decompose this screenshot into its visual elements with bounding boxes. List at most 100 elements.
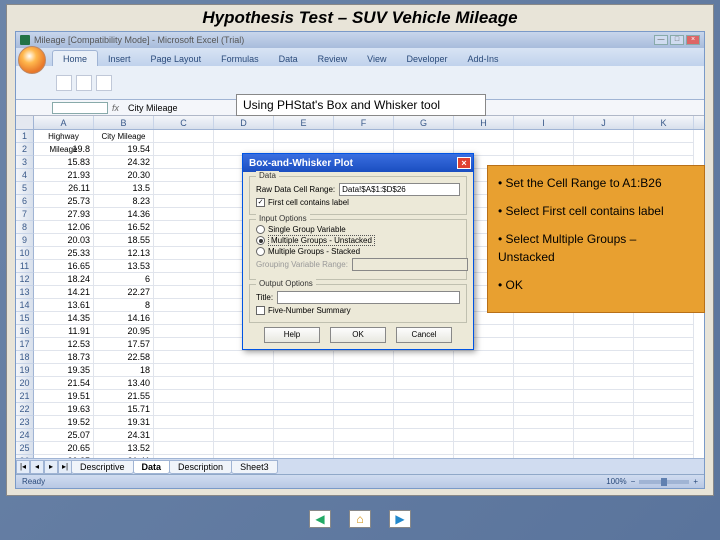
cell[interactable]: 27.93 (34, 208, 94, 221)
cell[interactable]: 20.65 (34, 442, 94, 455)
col-h[interactable]: H (454, 116, 514, 129)
col-k[interactable]: K (634, 116, 694, 129)
zoom-in-icon[interactable]: + (693, 477, 698, 486)
cell-range-input[interactable] (339, 183, 460, 196)
row-head[interactable]: 14 (16, 299, 34, 312)
cell[interactable]: 19.8 (34, 143, 94, 156)
row-head[interactable]: 3 (16, 156, 34, 169)
col-e[interactable]: E (274, 116, 334, 129)
sheet-nav-prev[interactable]: ◂ (30, 460, 44, 474)
help-button[interactable]: Help (264, 327, 320, 343)
cell[interactable]: 25.73 (34, 195, 94, 208)
ok-button[interactable]: OK (330, 327, 386, 343)
row-head[interactable]: 5 (16, 182, 34, 195)
row-head[interactable]: 21 (16, 390, 34, 403)
sheet-descriptive[interactable]: Descriptive (71, 460, 134, 474)
cell[interactable]: 22.58 (94, 351, 154, 364)
cell[interactable]: 13.53 (94, 260, 154, 273)
row-head[interactable]: 1 (16, 130, 34, 143)
paste-icon[interactable] (56, 75, 72, 91)
row-head[interactable]: 25 (16, 442, 34, 455)
row-head[interactable]: 17 (16, 338, 34, 351)
radio-stacked[interactable]: Multiple Groups - Stacked (256, 247, 460, 256)
cell[interactable]: 20.95 (94, 325, 154, 338)
row-head[interactable]: 6 (16, 195, 34, 208)
tab-view[interactable]: View (357, 51, 396, 66)
row-head[interactable]: 23 (16, 416, 34, 429)
cell[interactable]: 14.36 (94, 208, 154, 221)
row-head[interactable]: 19 (16, 364, 34, 377)
cell[interactable]: 26.11 (34, 182, 94, 195)
radio-unstacked[interactable]: Multiple Groups - Unstacked (256, 235, 460, 246)
zoom-slider[interactable] (639, 480, 689, 484)
prev-slide-icon[interactable]: ◀ (309, 510, 331, 528)
sheet-nav-first[interactable]: |◂ (16, 460, 30, 474)
tab-home[interactable]: Home (52, 50, 98, 66)
row-head[interactable]: 24 (16, 429, 34, 442)
row-head[interactable]: 16 (16, 325, 34, 338)
maximize-button[interactable]: □ (670, 35, 684, 45)
cell[interactable]: 11.91 (34, 325, 94, 338)
cell[interactable]: 13.61 (34, 299, 94, 312)
row-head[interactable]: 15 (16, 312, 34, 325)
cell[interactable]: 24.32 (94, 156, 154, 169)
tab-data[interactable]: Data (269, 51, 308, 66)
cancel-button[interactable]: Cancel (396, 327, 452, 343)
select-all-corner[interactable] (16, 116, 34, 129)
checkbox-five-number[interactable]: Five-Number Summary (256, 306, 460, 315)
cell[interactable]: 12.53 (34, 338, 94, 351)
radio-single[interactable]: Single Group Variable (256, 225, 460, 234)
minimize-button[interactable]: — (654, 35, 668, 45)
cell[interactable]: 14.16 (94, 312, 154, 325)
tab-page-layout[interactable]: Page Layout (141, 51, 212, 66)
title-input[interactable] (277, 291, 460, 304)
col-f[interactable]: F (334, 116, 394, 129)
col-a[interactable]: A (34, 116, 94, 129)
sheet-nav-last[interactable]: ▸| (58, 460, 72, 474)
cell[interactable]: 21.54 (34, 377, 94, 390)
next-slide-icon[interactable]: ▶ (389, 510, 411, 528)
tab-review[interactable]: Review (308, 51, 358, 66)
cell[interactable]: 14.21 (34, 286, 94, 299)
cell[interactable]: 18.24 (34, 273, 94, 286)
row-head[interactable]: 2 (16, 143, 34, 156)
row-head[interactable]: 7 (16, 208, 34, 221)
row-head[interactable]: 8 (16, 221, 34, 234)
cell[interactable]: 16.52 (94, 221, 154, 234)
dialog-titlebar[interactable]: Box-and-Whisker Plot × (243, 154, 473, 172)
col-i[interactable]: I (514, 116, 574, 129)
cell[interactable]: 19.54 (94, 143, 154, 156)
cell[interactable]: 20.03 (34, 234, 94, 247)
col-d[interactable]: D (214, 116, 274, 129)
cell[interactable]: 19.52 (34, 416, 94, 429)
col-c[interactable]: C (154, 116, 214, 129)
office-button[interactable] (18, 46, 46, 74)
close-button[interactable]: × (686, 35, 700, 45)
cell[interactable]: 22.27 (94, 286, 154, 299)
row-head[interactable]: 11 (16, 260, 34, 273)
cell[interactable]: 25.33 (34, 247, 94, 260)
cell[interactable]: City Mileage (94, 130, 154, 143)
formula-value[interactable]: City Mileage (128, 103, 178, 113)
row-head[interactable]: 12 (16, 273, 34, 286)
row-head[interactable]: 10 (16, 247, 34, 260)
cell[interactable]: 15.71 (94, 403, 154, 416)
cell[interactable]: 6 (94, 273, 154, 286)
cell[interactable]: 13.5 (94, 182, 154, 195)
copy-icon[interactable] (96, 75, 112, 91)
cell[interactable]: 8 (94, 299, 154, 312)
cell[interactable]: 19.31 (94, 416, 154, 429)
cell[interactable]: 24.31 (94, 429, 154, 442)
cell[interactable]: 13.40 (94, 377, 154, 390)
row-head[interactable]: 18 (16, 351, 34, 364)
zoom-out-icon[interactable]: − (631, 477, 636, 486)
cell[interactable]: 17.57 (94, 338, 154, 351)
name-box[interactable] (52, 102, 108, 114)
cell[interactable]: 12.06 (34, 221, 94, 234)
cell[interactable]: 19.63 (34, 403, 94, 416)
row-head[interactable]: 13 (16, 286, 34, 299)
cell[interactable]: 25.07 (34, 429, 94, 442)
cell[interactable]: Highway Mileage (34, 130, 94, 143)
tab-addins[interactable]: Add-Ins (458, 51, 509, 66)
sheet-description[interactable]: Description (169, 460, 232, 474)
